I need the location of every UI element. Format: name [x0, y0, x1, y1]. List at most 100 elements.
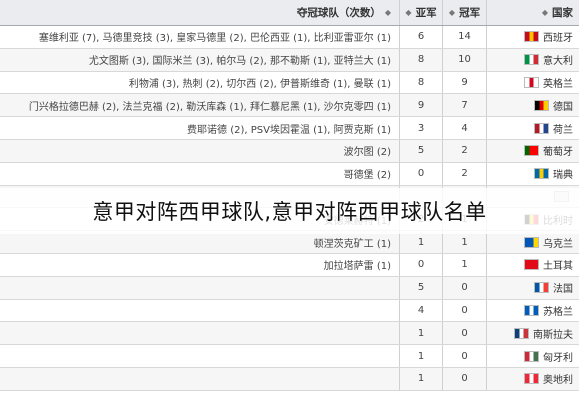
col-header-nation[interactable]: ◆ 国家: [487, 0, 579, 25]
flag-icon: [524, 373, 539, 385]
nation-cell: 匈牙利: [487, 345, 579, 367]
nation-link[interactable]: 法国: [553, 280, 573, 295]
club-list-cell: 哥德堡 (2): [0, 162, 400, 185]
flag-icon: [524, 236, 539, 248]
col-header-club[interactable]: 夺冠球队（次数） ◆: [0, 0, 400, 25]
table-row: 加拉塔萨雷 (1) 0 1 土耳其: [0, 253, 579, 277]
club-list-cell: 顿涅茨克矿工 (1): [0, 231, 400, 253]
sort-icon[interactable]: ◆: [385, 8, 391, 17]
flag-icon: [524, 54, 539, 66]
nation-cell: 英格兰: [487, 72, 579, 94]
club-list-cell: 加拉塔萨雷 (1): [0, 253, 400, 276]
winners-cell: 7: [443, 94, 487, 117]
winners-cell: 9: [443, 71, 487, 94]
runners-up-cell: 0: [400, 162, 443, 185]
nation-cell: 意大利: [487, 49, 579, 71]
sort-icon[interactable]: ◆: [542, 8, 548, 17]
club-list-cell: [0, 299, 400, 322]
table-header: 夺冠球队（次数） ◆ ◆ 亚军 ◆ 冠军 ◆ 国家: [0, 0, 579, 26]
club-list-cell: 门兴格拉德巴赫 (2), 法兰克福 (2), 勒沃库森 (1), 拜仁慕尼黑 (…: [0, 94, 400, 117]
winners-cell: 1: [443, 231, 487, 253]
nation-cell: 南斯拉夫: [487, 322, 579, 344]
runners-up-cell: 6: [400, 26, 443, 48]
col-header-winners[interactable]: ◆ 冠军: [443, 0, 487, 25]
nation-link[interactable]: 荷兰: [553, 121, 573, 136]
nation-cell: 德国: [487, 94, 579, 116]
runners-up-cell: 0: [400, 253, 443, 276]
club-list-cell: [0, 367, 400, 390]
table-row: 塞维利亚 (7), 马德里竞技 (3), 皇家马德里 (2), 巴伦西亚 (1)…: [0, 26, 579, 49]
nation-link[interactable]: 南斯拉夫: [533, 326, 573, 341]
club-header-label: 夺冠球队（次数）: [296, 7, 381, 19]
flag-icon: [534, 122, 549, 134]
flag-icon: [534, 168, 549, 180]
nation-link[interactable]: 意大利: [543, 52, 573, 67]
runners-up-cell: 5: [400, 139, 443, 162]
flag-icon: [524, 31, 539, 43]
runners-up-cell: 1: [400, 231, 443, 253]
winners-cell: 14: [443, 26, 487, 48]
winners-cell: 0: [443, 276, 487, 299]
sort-icon[interactable]: ◆: [405, 8, 411, 17]
nation-cell: 葡萄牙: [487, 140, 579, 162]
nation-header-label: 国家: [552, 7, 573, 19]
table-row: 4 0 苏格兰: [0, 299, 579, 323]
nation-cell: 瑞典: [487, 163, 579, 185]
runners-up-cell: 1: [400, 345, 443, 367]
nation-link[interactable]: 瑞典: [553, 166, 573, 181]
runners-up-cell: 1: [400, 322, 443, 345]
runners-up-cell: 4: [400, 299, 443, 322]
winners-cell: 0: [443, 345, 487, 367]
table-row: 1 0 奥地利: [0, 367, 579, 391]
table-row: 哥德堡 (2) 0 2 瑞典: [0, 162, 579, 186]
club-list-cell: 尤文图斯 (3), 国际米兰 (3), 帕尔马 (2), 那不勒斯 (1), 亚…: [0, 48, 400, 71]
nation-link[interactable]: 苏格兰: [543, 303, 573, 318]
nation-link[interactable]: 英格兰: [543, 75, 573, 90]
table-row: 费耶诺德 (2), PSV埃因霍温 (1), 阿贾克斯 (1) 3 4 荷兰: [0, 117, 579, 140]
nation-cell: 法国: [487, 277, 579, 299]
runners-up-cell: 5: [400, 276, 443, 299]
flag-icon: [524, 350, 539, 362]
table-row: 门兴格拉德巴赫 (2), 法兰克福 (2), 勒沃库森 (1), 拜仁慕尼黑 (…: [0, 94, 579, 118]
table-row: 顿涅茨克矿工 (1) 1 1 乌克兰: [0, 231, 579, 254]
club-list-cell: [0, 345, 400, 367]
nation-link[interactable]: 土耳其: [543, 257, 573, 272]
club-list-cell: [0, 322, 400, 345]
flag-icon: [524, 145, 539, 157]
nation-link[interactable]: 乌克兰: [543, 235, 573, 250]
runners-up-cell: 3: [400, 117, 443, 139]
table-row: 1 0 匈牙利: [0, 345, 579, 368]
col-header-runners-up[interactable]: ◆ 亚军: [400, 0, 443, 25]
club-list-cell: 波尔图 (2): [0, 139, 400, 162]
winners-cell: 4: [443, 117, 487, 139]
overlay-title: 意甲对阵西甲球队,意甲对阵西甲球队名单: [92, 200, 487, 224]
table-row: 尤文图斯 (3), 国际米兰 (3), 帕尔马 (2), 那不勒斯 (1), 亚…: [0, 48, 579, 72]
flag-icon: [514, 327, 529, 339]
table-row: 1 0 南斯拉夫: [0, 322, 579, 346]
winners-cell: 2: [443, 162, 487, 185]
club-list-cell: 利物浦 (3), 热刺 (2), 切尔西 (2), 伊普斯维奇 (1), 曼联 …: [0, 71, 400, 94]
nation-link[interactable]: 德国: [553, 98, 573, 113]
nation-link[interactable]: 奥地利: [543, 371, 573, 386]
club-list-cell: [0, 276, 400, 299]
runners-up-header-label: 亚军: [415, 7, 437, 19]
nation-link[interactable]: 西班牙: [543, 29, 573, 44]
nation-cell: 土耳其: [487, 254, 579, 276]
winners-cell: 0: [443, 367, 487, 390]
winners-cell: 2: [443, 139, 487, 162]
flag-icon: [524, 304, 539, 316]
nation-link[interactable]: 葡萄牙: [543, 143, 573, 158]
winners-cell: 10: [443, 48, 487, 71]
runners-up-cell: 8: [400, 48, 443, 71]
flag-icon: [534, 99, 549, 111]
table-row: 波尔图 (2) 5 2 葡萄牙: [0, 139, 579, 163]
nation-link[interactable]: 匈牙利: [543, 349, 573, 364]
flag-icon: [534, 282, 549, 294]
club-list-cell: 塞维利亚 (7), 马德里竞技 (3), 皇家马德里 (2), 巴伦西亚 (1)…: [0, 26, 400, 48]
table-row: 5 0 法国: [0, 276, 579, 300]
flag-icon: [524, 259, 539, 271]
nation-cell: 奥地利: [487, 368, 579, 390]
sort-icon[interactable]: ◆: [449, 8, 455, 17]
flag-icon: [524, 76, 539, 88]
winners-header-label: 冠军: [459, 7, 481, 19]
